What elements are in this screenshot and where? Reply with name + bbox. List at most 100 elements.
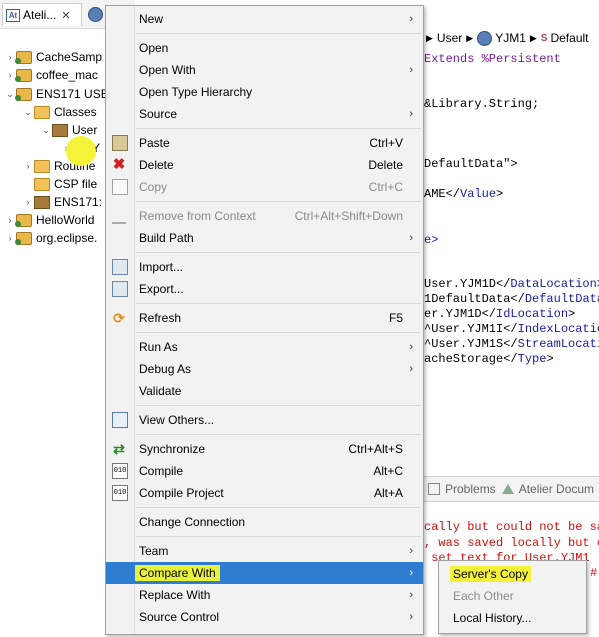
tree-item[interactable]: ⌄ Classes (22, 103, 96, 121)
folder-icon (34, 105, 50, 119)
menu-item-import[interactable]: Import... (106, 256, 423, 278)
import-icon (112, 259, 128, 275)
tree-item-label: ENS171: (54, 195, 103, 209)
menu-item-label: Team (139, 544, 169, 558)
code-token: > (496, 187, 504, 201)
menu-item-team[interactable]: Team › (106, 540, 423, 562)
highlight-marker (66, 136, 96, 166)
submenu-item-local-history[interactable]: Local History... (439, 607, 586, 629)
menu-item-label: New (139, 12, 164, 26)
tree-item[interactable]: › org.eclipse. (4, 229, 98, 247)
menu-separator (136, 303, 421, 304)
menu-separator (136, 128, 421, 129)
menu-item-compile[interactable]: 010 Compile Alt+C (106, 460, 423, 482)
compile-icon: 010 (112, 463, 128, 479)
code-line: &Library.String; (424, 97, 539, 111)
tree-item[interactable]: ⌄ User (40, 121, 97, 139)
menu-separator (136, 405, 421, 406)
menu-item-shortcut: F5 (388, 311, 403, 325)
menu-item-label: Refresh (139, 311, 182, 325)
menu-item-replace-with[interactable]: Replace With › (106, 584, 423, 606)
code-line: ^User.YJM1I</IndexLocation (424, 322, 599, 336)
code-token: acheStorage</ (424, 352, 518, 366)
submenu-item-label: Local History... (453, 611, 532, 625)
menu-item-label: View Others... (139, 413, 215, 427)
menu-item-export[interactable]: Export... (106, 278, 423, 300)
synchronize-icon: ⇄ (113, 441, 125, 457)
code-token: ^User.YJM1S</ (424, 337, 518, 351)
code-token: &Library.String; (424, 97, 540, 111)
submenu-arrow-icon: › (409, 108, 413, 120)
tree-item-label: HelloWorld (36, 213, 95, 227)
code-token: DefaultData"> (424, 157, 518, 171)
tree-item[interactable]: › ENS171: (22, 193, 103, 211)
tab-problems[interactable]: Problems (428, 482, 496, 496)
menu-item-run-as[interactable]: Run As › (106, 336, 423, 358)
breadcrumb-item-class[interactable]: YJM1 (495, 31, 526, 45)
home-icon (501, 484, 514, 494)
collapse-arrow-icon[interactable]: ⌄ (22, 107, 34, 118)
menu-item-shortcut: Alt+A (373, 486, 403, 500)
tree-item-label: CSP file (54, 177, 98, 191)
code-line: acheStorage</Type> (424, 352, 554, 366)
tree-item-label: org.eclipse. (36, 231, 98, 245)
menu-item-debug-as[interactable]: Debug As › (106, 358, 423, 380)
menu-item-open-with[interactable]: Open With › (106, 59, 423, 81)
expand-arrow-icon[interactable]: › (22, 197, 34, 207)
menu-item-label: Open (139, 41, 169, 55)
breadcrumb-chevron-icon: ▶ (426, 32, 433, 43)
menu-item-change-connection[interactable]: Change Connection (106, 511, 423, 533)
menu-item-copy: Copy Ctrl+C (106, 176, 423, 198)
expand-arrow-icon[interactable]: › (22, 161, 34, 171)
breadcrumb-item-member[interactable]: Default (550, 31, 588, 45)
menu-item-label: Export... (139, 282, 184, 296)
code-line: er.YJM1D</IdLocation> (424, 307, 575, 321)
tree-item[interactable]: › CacheSamp (4, 48, 103, 66)
menu-item-open[interactable]: Open (106, 37, 423, 59)
menu-item-shortcut: Ctrl+C (368, 180, 403, 194)
menu-item-build-path[interactable]: Build Path › (106, 227, 423, 249)
tree-item[interactable]: ⌄ ENS171 USE (4, 85, 108, 103)
menu-item-refresh[interactable]: ⟳ Refresh F5 (106, 307, 423, 329)
menu-item-view-others[interactable]: View Others... (106, 409, 423, 431)
view-others-icon (112, 412, 128, 428)
menu-item-label: Debug As (139, 362, 192, 376)
tab-atelier-explorer[interactable]: At Ateli... ✕ (2, 3, 82, 26)
close-icon[interactable]: ✕ (61, 9, 70, 22)
globe-icon (88, 6, 103, 22)
tree-item[interactable]: › HelloWorld (4, 211, 95, 229)
refresh-icon: ⟳ (113, 310, 125, 326)
code-token: %Persistent (481, 52, 561, 66)
menu-item-delete[interactable]: ✖ Delete Delete (106, 154, 423, 176)
menu-item-open-type-hierarchy[interactable]: Open Type Hierarchy (106, 81, 423, 103)
tree-item[interactable]: CSP file (22, 175, 97, 193)
tree-item[interactable]: › coffee_mac (4, 66, 98, 84)
class-icon (477, 30, 493, 46)
menu-item-source[interactable]: Source › (106, 103, 423, 125)
menu-item-synchronize[interactable]: ⇄ Synchronize Ctrl+Alt+S (106, 438, 423, 460)
menu-item-label: Compare With (135, 565, 220, 581)
menu-item-label: Run As (139, 340, 178, 354)
menu-item-new[interactable]: New › (106, 8, 423, 30)
menu-item-compile-project[interactable]: 010 Compile Project Alt+A (106, 482, 423, 504)
error-line: # (590, 566, 598, 580)
breadcrumb-item-package[interactable]: User (437, 31, 462, 45)
menu-item-validate[interactable]: Validate (106, 380, 423, 402)
error-line: cally but could not be sav (424, 520, 599, 534)
menu-item-label: Compile Project (139, 486, 224, 500)
menu-item-compare-with[interactable]: Compare With › (106, 562, 423, 584)
menu-item-paste[interactable]: Paste Ctrl+V (106, 132, 423, 154)
code-token: e> (424, 233, 439, 247)
submenu-arrow-icon: › (409, 589, 413, 601)
menu-item-label: Synchronize (139, 442, 206, 456)
delete-icon: ✖ (112, 156, 126, 173)
collapse-arrow-icon[interactable]: ⌄ (40, 125, 52, 136)
menu-item-source-control[interactable]: Source Control › (106, 606, 423, 628)
submenu-item-server-s-copy[interactable]: Server's Copy (439, 563, 586, 585)
submenu-item-each-other: Each Other (439, 585, 586, 607)
export-icon (112, 281, 128, 297)
tab-atelier-documentation[interactable]: Atelier Docum (501, 482, 594, 496)
server-icon (34, 195, 50, 209)
menu-item-shortcut: Ctrl+Alt+S (348, 442, 403, 456)
problems-icon (428, 483, 440, 495)
